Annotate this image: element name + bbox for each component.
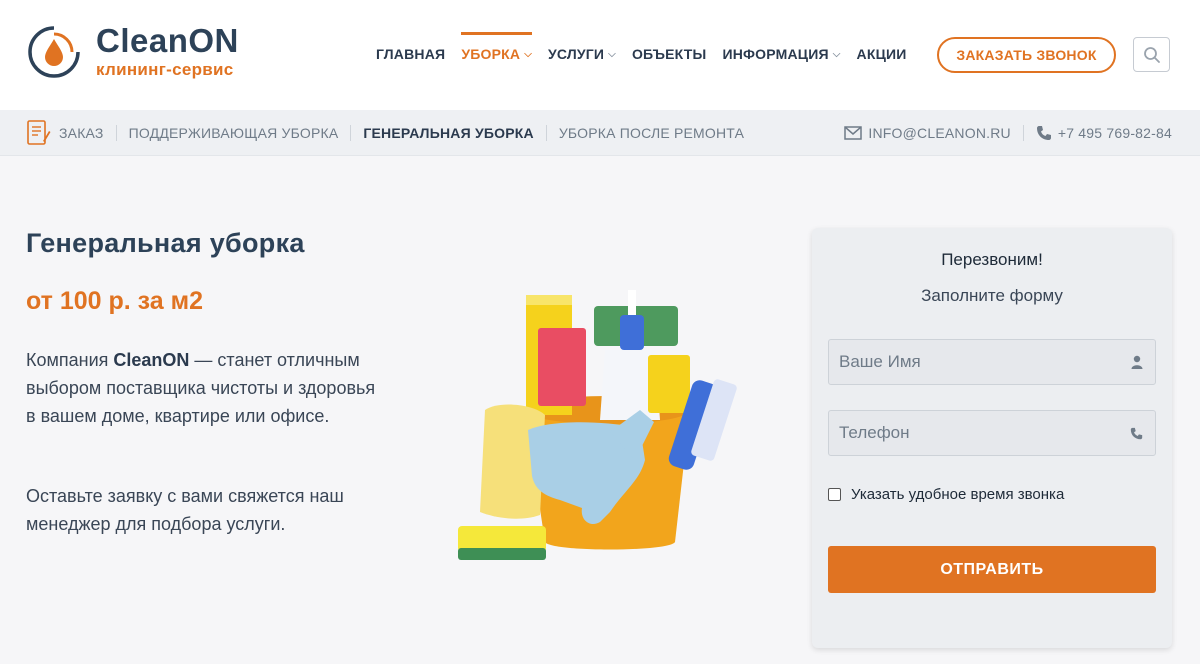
nav-item-info[interactable]: ИНФОРМАЦИЯ ⌵ [722,34,840,74]
logo[interactable]: CleanON клининг-сервис [26,24,239,80]
chevron-down-icon: ⌵ [832,48,841,60]
form-subtitle: Заполните форму [921,286,1063,305]
phone-field[interactable] [828,410,1156,456]
phone-icon [1036,126,1051,140]
logo-drop-icon [28,26,80,78]
search-icon [1143,46,1160,63]
divider [545,125,547,141]
main-nav: ГЛАВНАЯ УБОРКА ⌵ УСЛУГИ ⌵ ОБЪЕКТЫ ИНФОРМАЦ… [376,32,923,74]
nav-item-home[interactable]: ГЛАВНАЯ [376,34,445,74]
logo-tagline: клининг-сервис [96,59,234,79]
chevron-down-icon: ⌵ [524,48,532,60]
nav-item-promo[interactable]: АКЦИИ [857,34,907,74]
callback-form: Перезвоним! Заполните форму Указать удоб… [812,228,1172,648]
brand-mention: CleanON [113,350,190,370]
order-call-button[interactable]: ЗАКАЗАТЬ ЗВОНОК [937,37,1116,73]
order-document-icon [27,120,51,145]
page-title: Генеральная уборка [26,228,305,258]
divider [115,125,117,141]
callback-time-checkbox[interactable] [828,488,841,501]
cleaning-supplies-image [458,290,737,560]
phone-icon [1130,427,1143,439]
hero-call-to-action: Оставьте заявку с вами свяжется наш мене… [26,486,344,534]
subnav-item-after-renovation[interactable]: УБОРКА ПОСЛЕ РЕМОНТА [559,125,744,141]
mail-icon [844,126,863,140]
nav-item-objects[interactable]: ОБЪЕКТЫ [632,34,706,74]
submit-button[interactable]: ОТПРАВИТЬ [828,546,1156,593]
email-link[interactable]: INFO@CLEANON.RU [844,125,1011,141]
subnav-item-maintenance[interactable]: ПОДДЕРЖИВАЮЩАЯ УБОРКА [129,125,339,141]
price: от 100 р. за м2 [26,287,204,315]
callback-time-option[interactable]: Указать удобное время звонка [828,486,1064,503]
name-field[interactable] [828,339,1156,385]
form-title: Перезвоним! [941,250,1043,269]
hero-description: Компания CleanON — станет отличным выбор… [26,350,376,426]
phone-link[interactable]: +7 495 769-82-84 [1036,125,1172,141]
nav-item-services[interactable]: УСЛУГИ ⌵ [548,34,616,74]
callback-time-label: Указать удобное время звонка [851,486,1065,503]
divider [1022,125,1024,141]
phone-input[interactable] [839,423,1099,443]
nav-item-cleaning[interactable]: УБОРКА ⌵ [461,32,532,74]
chevron-down-icon: ⌵ [608,48,616,60]
user-icon [1131,355,1143,369]
name-input[interactable] [839,352,1099,372]
order-link[interactable]: ЗАКАЗ [25,119,104,147]
sub-nav: ЗАКАЗ ПОДДЕРЖИВАЮЩАЯ УБОРКА ГЕНЕРАЛЬНАЯ … [0,110,1200,156]
search-button[interactable] [1133,37,1170,72]
site-header: CleanON клининг-сервис ГЛАВНАЯ УБОРКА ⌵ У… [0,0,1200,110]
logo-name: CleanON [96,21,239,59]
subnav-item-general[interactable]: ГЕНЕРАЛЬНАЯ УБОРКА [363,125,533,141]
divider [350,125,352,141]
